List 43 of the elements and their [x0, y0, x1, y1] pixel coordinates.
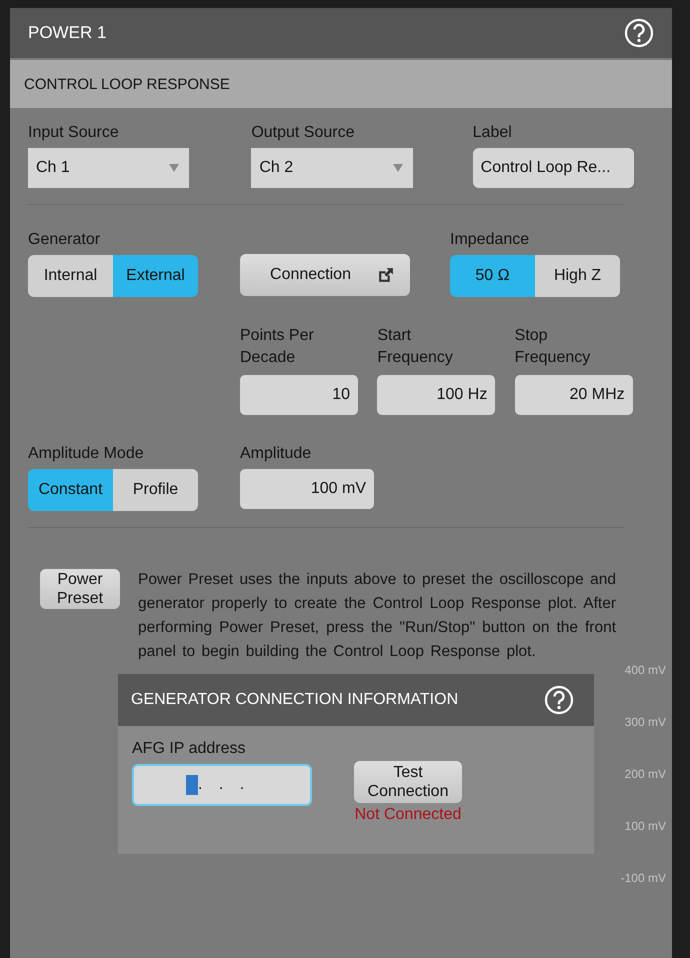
axis-label: 200 mV [624, 767, 666, 781]
toggle-option[interactable]: High Z [535, 255, 620, 297]
field-label: Amplitude [240, 445, 312, 463]
connection-status: Not Connected [354, 806, 462, 824]
caret-icon [392, 164, 403, 172]
toggle-option[interactable]: Profile [113, 469, 198, 511]
panel-title: POWER 1 [28, 23, 106, 43]
axis-label: 400 mV [624, 663, 666, 677]
toggle-option[interactable]: Internal [28, 255, 113, 297]
number-field[interactable]: 100 Hz [377, 375, 496, 415]
section-title: CONTROL LOOP RESPONSE [24, 76, 230, 92]
toggle-option[interactable]: 50 Ω [450, 255, 535, 297]
axis-label: 300 mV [624, 715, 666, 729]
dropdown[interactable]: Ch 2 [251, 148, 413, 188]
field-label: Input Source [28, 124, 120, 142]
description-text: Power Preset uses the inputs above to preset the oscilloscope and generator properly to create the Control Loop Response plot. After performing Power Preset, press the "Run/Stop" button on the front panel to begin building the Control Loop Response plot. [138, 570, 616, 662]
field-label: AFG IP address [132, 740, 247, 758]
connection-button[interactable]: Connection [240, 254, 410, 296]
caret-icon [169, 164, 180, 172]
test-connection-button[interactable]: Test Connection [354, 761, 462, 803]
help-icon[interactable] [624, 18, 654, 48]
field-label: Output Source [251, 124, 356, 142]
help-icon[interactable] [544, 685, 574, 715]
field-label: Start Frequency [377, 326, 454, 368]
number-field[interactable]: 20 MHz [514, 375, 633, 415]
toggle-option[interactable]: External [113, 255, 198, 297]
external-link-icon [376, 266, 394, 284]
field-label: Stop Frequency [514, 326, 592, 368]
toggle-option[interactable]: Constant [28, 469, 113, 511]
field-label: Label [472, 124, 513, 142]
ip-address-field[interactable]: . . . [132, 764, 312, 806]
field-label: Amplitude Mode [28, 445, 145, 463]
field-label: Points Per Decade [240, 326, 315, 368]
dropdown[interactable]: Ch 1 [28, 148, 190, 188]
axis-label: -100 mV [620, 871, 666, 885]
field-label: Generator [28, 231, 102, 249]
number-field[interactable]: 10 [240, 375, 358, 415]
axis-label: 100 mV [624, 819, 666, 833]
field-label: Impedance [450, 231, 530, 249]
dialog-title: GENERATOR CONNECTION INFORMATION [131, 691, 458, 709]
number-field[interactable]: 100 mV [240, 469, 374, 509]
power-preset-button[interactable]: Power Preset [40, 569, 120, 609]
text-field[interactable]: Control Loop Re... [472, 148, 634, 188]
